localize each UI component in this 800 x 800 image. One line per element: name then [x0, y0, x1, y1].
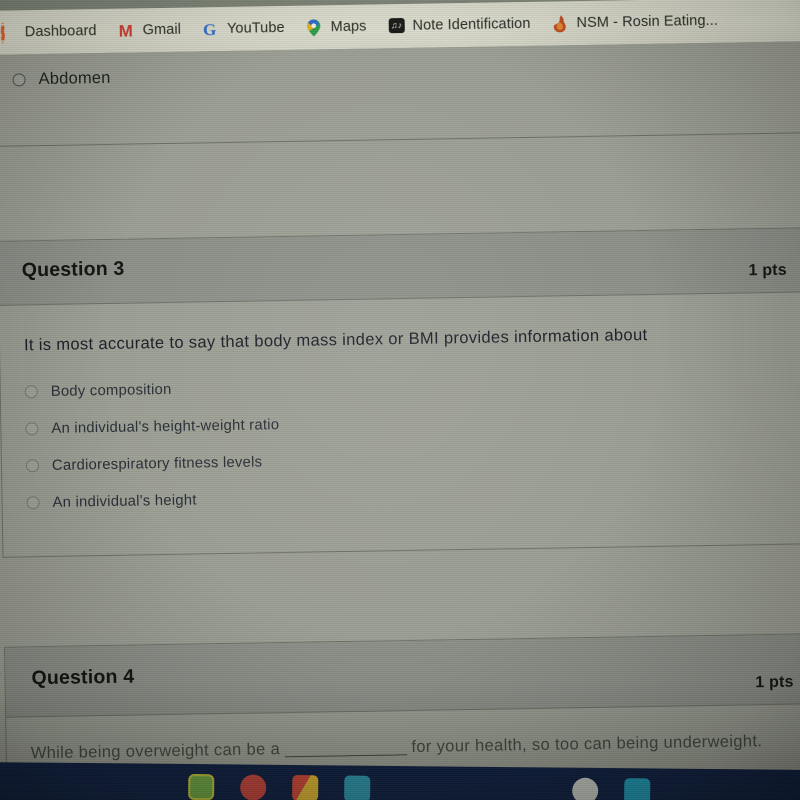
bookmark-gmail[interactable]: M Gmail: [107, 14, 192, 45]
taskbar-spacer: [396, 776, 546, 800]
bookmark-youtube[interactable]: G YouTube: [192, 13, 296, 45]
note-identification-icon: ♫♪: [388, 17, 405, 34]
gmail-icon: M: [118, 20, 132, 41]
option-label: An individual's height: [52, 492, 197, 511]
bookmark-note-identification[interactable]: ♫♪ Note Identification: [377, 9, 541, 42]
taskbar-app-red-icon[interactable]: [240, 774, 267, 800]
previous-question-block: Abdomen: [0, 41, 800, 147]
question-text-after-blank: for your health, so too can being underw…: [406, 732, 763, 757]
dashboard-ring-icon: [0, 22, 18, 44]
bookmark-label: Dashboard: [24, 23, 97, 41]
taskbar-app-green-icon[interactable]: [188, 773, 215, 800]
maps-pin-icon: [307, 18, 324, 36]
question-title: Question 3: [21, 257, 125, 282]
question-text: It is most accurate to say that body mas…: [23, 325, 648, 355]
bookmark-label: Gmail: [142, 21, 182, 39]
bookmark-label: YouTube: [226, 19, 285, 37]
browser-screen: ...a...ses/572/quizzes/....../take Dashb…: [0, 0, 800, 800]
taskbar-app-teal-icon[interactable]: [344, 775, 371, 800]
answer-options: Body composition An individual's height-…: [24, 371, 789, 511]
question-points: 1 pts: [755, 673, 794, 692]
question-body: It is most accurate to say that body mas…: [0, 292, 800, 556]
option-label: Body composition: [50, 381, 172, 400]
question-text-before-blank: While being overweight can be a: [30, 740, 286, 763]
bookmark-nsm-rosin-eating[interactable]: NSM - Rosin Eating...: [541, 6, 729, 39]
question-title: Question 4: [31, 665, 135, 690]
answer-option[interactable]: An individual's height-weight ratio: [25, 408, 787, 437]
quiz-page: Abdomen Question 3 1 pts It is most accu…: [0, 41, 800, 800]
option-label: An individual's height-weight ratio: [51, 416, 280, 437]
nsm-flame-icon: [552, 14, 569, 32]
question-header: Question 4 1 pts: [5, 634, 800, 718]
taskbar-app-white-icon[interactable]: [572, 777, 599, 800]
taskbar-app-cyan-icon[interactable]: [624, 778, 651, 800]
question-card-3: Question 3 1 pts It is most accurate to …: [0, 227, 800, 558]
radio-button-icon[interactable]: [25, 422, 39, 436]
google-g-icon: G: [202, 19, 217, 39]
screen-photo: ...a...ses/572/quizzes/....../take Dashb…: [0, 0, 800, 800]
bookmark-maps[interactable]: Maps: [295, 11, 377, 42]
fill-in-blank: ______________: [284, 738, 407, 759]
address-bar-url: ...a...ses/572/quizzes/....../take: [65, 0, 231, 3]
radio-button-icon[interactable]: [25, 459, 40, 473]
bookmark-dashboard[interactable]: Dashboard: [0, 16, 108, 48]
option-abdomen[interactable]: Abdomen: [12, 68, 111, 90]
radio-button-icon[interactable]: [12, 73, 26, 87]
answer-option[interactable]: An individual's height: [26, 482, 788, 511]
bookmark-label: Maps: [330, 18, 367, 36]
taskbar-app-multicolor-icon[interactable]: [292, 774, 319, 800]
question-points: 1 pts: [748, 261, 787, 280]
radio-button-icon[interactable]: [26, 496, 40, 510]
option-label: Cardiorespiratory fitness levels: [51, 454, 263, 474]
left-edge-marker: [0, 666, 1, 681]
radio-button-icon[interactable]: [24, 385, 38, 399]
bookmark-label: NSM - Rosin Eating...: [576, 12, 719, 32]
answer-option[interactable]: Body composition: [24, 371, 787, 400]
question-text: While being overweight can be a ________…: [31, 729, 793, 766]
answer-option[interactable]: Cardiorespiratory fitness levels: [25, 445, 788, 474]
bookmark-label: Note Identification: [412, 15, 531, 34]
option-label: Abdomen: [38, 68, 111, 89]
